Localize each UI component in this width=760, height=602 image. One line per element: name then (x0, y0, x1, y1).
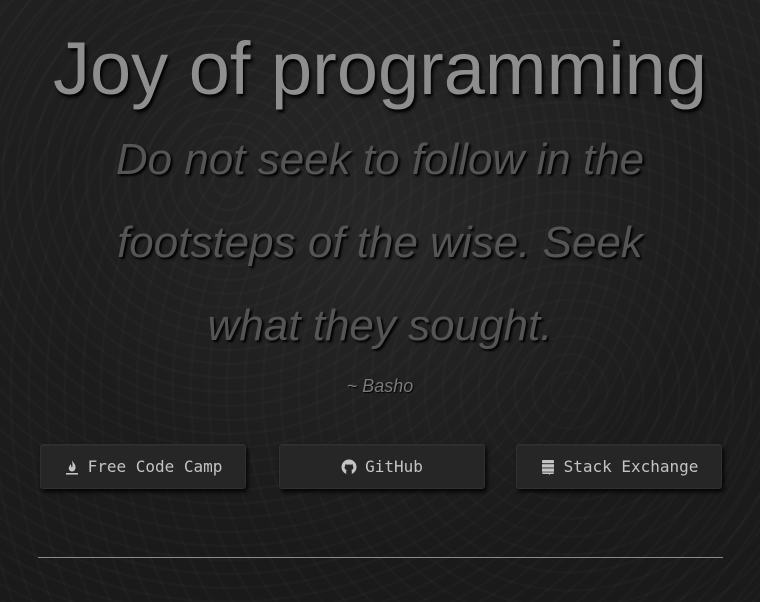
github-button[interactable]: GitHub (279, 444, 485, 489)
divider (38, 557, 723, 558)
stack-exchange-label: Stack Exchange (563, 457, 699, 476)
quote-text: Do not seek to follow in the footsteps o… (115, 135, 645, 350)
stack-exchange-icon (540, 459, 556, 475)
fire-icon (64, 459, 80, 475)
link-buttons: Free Code Camp GitHub Stack Exchange (40, 444, 724, 490)
page: Joy of programming Do not seek to follow… (0, 0, 760, 602)
free-code-camp-label: Free Code Camp (87, 457, 223, 476)
page-title: Joy of programming (53, 27, 707, 110)
stack-exchange-button[interactable]: Stack Exchange (516, 444, 722, 489)
quote-author: ~ Basho (346, 376, 414, 396)
free-code-camp-button[interactable]: Free Code Camp (40, 444, 246, 489)
github-label: GitHub (365, 457, 423, 476)
github-icon (341, 459, 357, 475)
